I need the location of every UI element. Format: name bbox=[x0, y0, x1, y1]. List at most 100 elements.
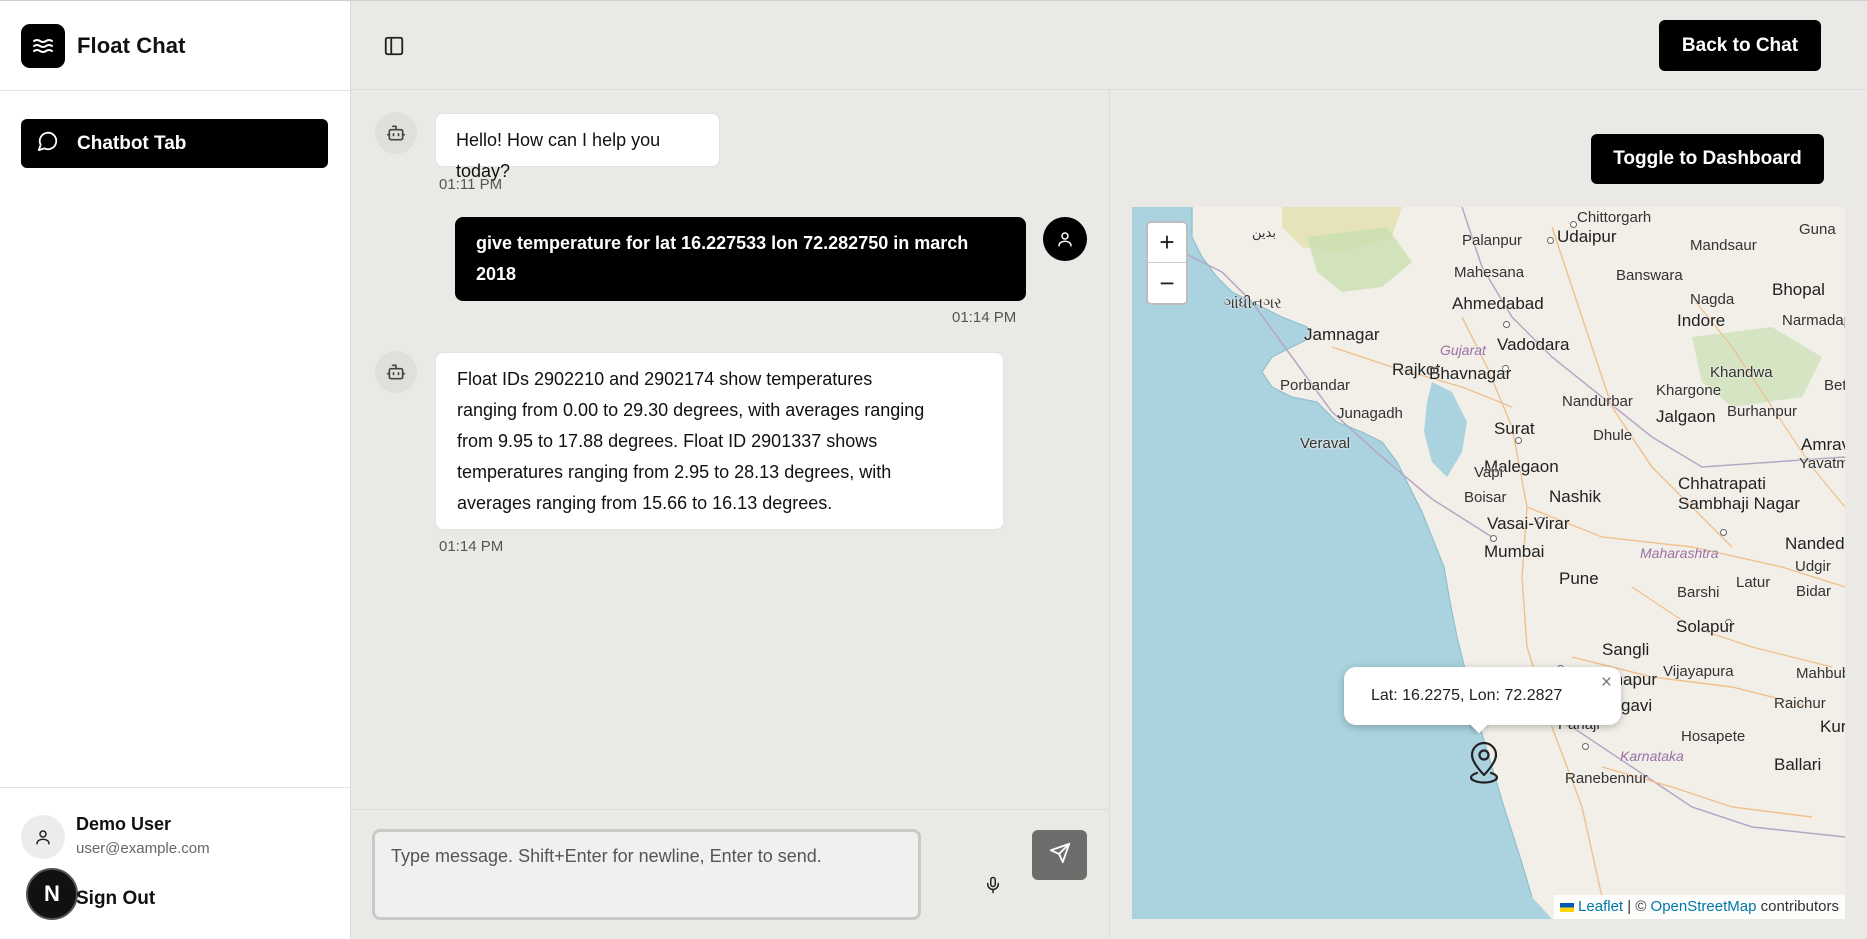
map-place-label: Amrava bbox=[1801, 435, 1845, 454]
sidebar-item-label: Chatbot Tab bbox=[77, 132, 187, 154]
map-popup: Lat: 16.2275, Lon: 72.2827 × bbox=[1344, 667, 1621, 725]
map-place-label: بدين bbox=[1252, 225, 1276, 240]
bot-message-bubble: Hello! How can I help you today? bbox=[435, 113, 720, 181]
leaflet-map[interactable]: Chittorgarh Udaipur Guna Palanpur Mandsa… bbox=[1132, 207, 1845, 919]
map-place-label: Mahbub bbox=[1796, 665, 1845, 682]
microphone-icon[interactable] bbox=[982, 873, 1004, 897]
map-town-dot bbox=[1490, 535, 1497, 542]
map-place-label: Khandwa bbox=[1710, 364, 1773, 381]
back-to-chat-button[interactable]: Back to Chat bbox=[1659, 20, 1821, 71]
user-name: Demo User bbox=[76, 814, 172, 834]
map-place-label: Vasai-Virar bbox=[1487, 514, 1570, 533]
map-place-label: Mandsaur bbox=[1690, 237, 1757, 254]
bot-icon bbox=[375, 351, 417, 393]
map-place-label: Karnataka bbox=[1620, 748, 1684, 764]
message-line: ranging from 0.00 to 29.30 degrees, with… bbox=[457, 400, 925, 420]
chat-panel: Hello! How can I help you today? 01:11 P… bbox=[351, 90, 1110, 939]
waves-logo-icon bbox=[21, 23, 65, 68]
popup-tip bbox=[1469, 723, 1489, 735]
map-place-label: Khargone bbox=[1656, 382, 1722, 399]
composer bbox=[351, 809, 1110, 939]
map-place-label: Jalgaon bbox=[1656, 407, 1716, 426]
brand-header: Float Chat bbox=[0, 1, 350, 91]
map-place-label: Chittorgarh bbox=[1577, 209, 1652, 226]
map-place-label: Boisar bbox=[1464, 489, 1507, 506]
map-place-label: Latur bbox=[1736, 574, 1771, 591]
user-message-bubble: give temperature for lat 16.227533 lon 7… bbox=[455, 217, 1026, 301]
map-place-label: Bidar bbox=[1796, 583, 1832, 600]
osm-link[interactable]: OpenStreetMap bbox=[1651, 898, 1757, 915]
map-place-label: Nanded bbox=[1785, 534, 1845, 553]
map-place-label: Surat bbox=[1494, 419, 1535, 438]
top-bar: Back to Chat bbox=[351, 0, 1867, 90]
map-place-label: Ahmedabad bbox=[1452, 294, 1544, 313]
map-town-dot bbox=[1547, 237, 1554, 244]
map-town-dot bbox=[1503, 321, 1510, 328]
map-place-label: Veraval bbox=[1300, 435, 1351, 452]
message-timestamp: 01:14 PM bbox=[439, 538, 504, 555]
map-place-label: Nagda bbox=[1690, 291, 1735, 308]
map-place-label: Raichur bbox=[1774, 695, 1826, 712]
map-place-label: Burhanpur bbox=[1727, 403, 1798, 420]
map-place-label: Maharashtra bbox=[1640, 545, 1719, 561]
ukraine-flag-icon bbox=[1559, 902, 1574, 912]
map-panel: Toggle to Dashboard Chittorgarh Udaipur … bbox=[1110, 90, 1867, 939]
message-timestamp: 01:11 PM bbox=[439, 176, 503, 193]
sign-out-button[interactable]: Sign Out bbox=[76, 888, 155, 910]
map-place-label: Guna bbox=[1799, 221, 1836, 238]
message-input[interactable] bbox=[372, 829, 921, 920]
map-place-label: Porbandar bbox=[1280, 377, 1351, 394]
attribution-suffix: contributors bbox=[1756, 898, 1839, 915]
map-place-label: Betu bbox=[1824, 377, 1845, 394]
map-town-dot bbox=[1582, 743, 1589, 750]
map-place-label: Sambhaji Nagar bbox=[1678, 494, 1800, 513]
toggle-dashboard-button[interactable]: Toggle to Dashboard bbox=[1591, 134, 1824, 184]
map-zoom-control: + − bbox=[1146, 221, 1188, 305]
map-place-label: Nandurbar bbox=[1562, 393, 1633, 410]
map-place-label: Ballari bbox=[1774, 755, 1822, 774]
map-place-label: Vijayapura bbox=[1663, 663, 1734, 680]
bot-message-bubble: Float IDs 2902210 and 2902174 show tempe… bbox=[435, 352, 1004, 530]
map-place-label: Narmadapu bbox=[1782, 312, 1845, 329]
map-place-label: Indore bbox=[1677, 311, 1726, 330]
user-avatar-icon bbox=[21, 815, 65, 859]
message-circle-icon bbox=[37, 130, 59, 157]
sidebar-item-chatbot-tab[interactable]: Chatbot Tab bbox=[21, 119, 328, 168]
leaflet-link[interactable]: Leaflet bbox=[1578, 898, 1623, 915]
map-place-label: Nashik bbox=[1549, 487, 1601, 506]
map-place-label: Sangli bbox=[1602, 640, 1650, 659]
popup-coordinates: Lat: 16.2275, Lon: 72.2827 bbox=[1371, 687, 1563, 704]
panel-left-toggle-icon[interactable] bbox=[381, 33, 407, 59]
app-title: Float Chat bbox=[77, 32, 186, 58]
message-timestamp: 01:14 PM bbox=[952, 309, 1017, 326]
map-place-label: Vapi bbox=[1474, 464, 1503, 481]
map-place-label: Hosapete bbox=[1681, 728, 1746, 745]
map-town-dot bbox=[1720, 529, 1727, 536]
map-place-label: Mumbai bbox=[1484, 542, 1545, 561]
user-email: user@example.com bbox=[76, 840, 210, 857]
sidebar-footer: Demo User user@example.com N Sign Out bbox=[0, 787, 351, 939]
message-line: averages ranging from 15.66 to 16.13 deg… bbox=[457, 493, 833, 513]
message-line: from 9.95 to 17.88 degrees. Float ID 290… bbox=[457, 431, 878, 451]
popup-close-button[interactable]: × bbox=[1601, 672, 1612, 694]
attribution-separator: | © bbox=[1623, 898, 1651, 915]
map-place-label: Mahesana bbox=[1454, 264, 1525, 281]
user-avatar-icon bbox=[1043, 217, 1087, 261]
bot-icon bbox=[375, 112, 417, 154]
message-line: temperatures ranging from 2.95 to 28.13 … bbox=[457, 462, 892, 482]
map-pin-icon[interactable] bbox=[1467, 741, 1501, 792]
map-place-label: Palanpur bbox=[1462, 232, 1523, 249]
map-place-label: Barshi bbox=[1677, 584, 1720, 601]
map-place-label: Chhatrapati bbox=[1678, 474, 1766, 493]
next-dev-badge[interactable]: N bbox=[26, 868, 78, 920]
zoom-in-button[interactable]: + bbox=[1148, 223, 1186, 263]
message-line: Float IDs 2902210 and 2902174 show tempe… bbox=[457, 369, 873, 389]
zoom-out-button[interactable]: − bbox=[1148, 263, 1186, 303]
map-place-label: Bhopal bbox=[1772, 280, 1825, 299]
map-place-label: Solapur bbox=[1676, 617, 1735, 636]
map-attribution: Leaflet | © OpenStreetMap contributors bbox=[1553, 895, 1845, 919]
send-button[interactable] bbox=[1032, 830, 1087, 880]
map-place-label: Junagadh bbox=[1337, 405, 1403, 422]
map-place-label: Vadodara bbox=[1497, 335, 1570, 354]
map-place-label: Pune bbox=[1559, 569, 1599, 588]
